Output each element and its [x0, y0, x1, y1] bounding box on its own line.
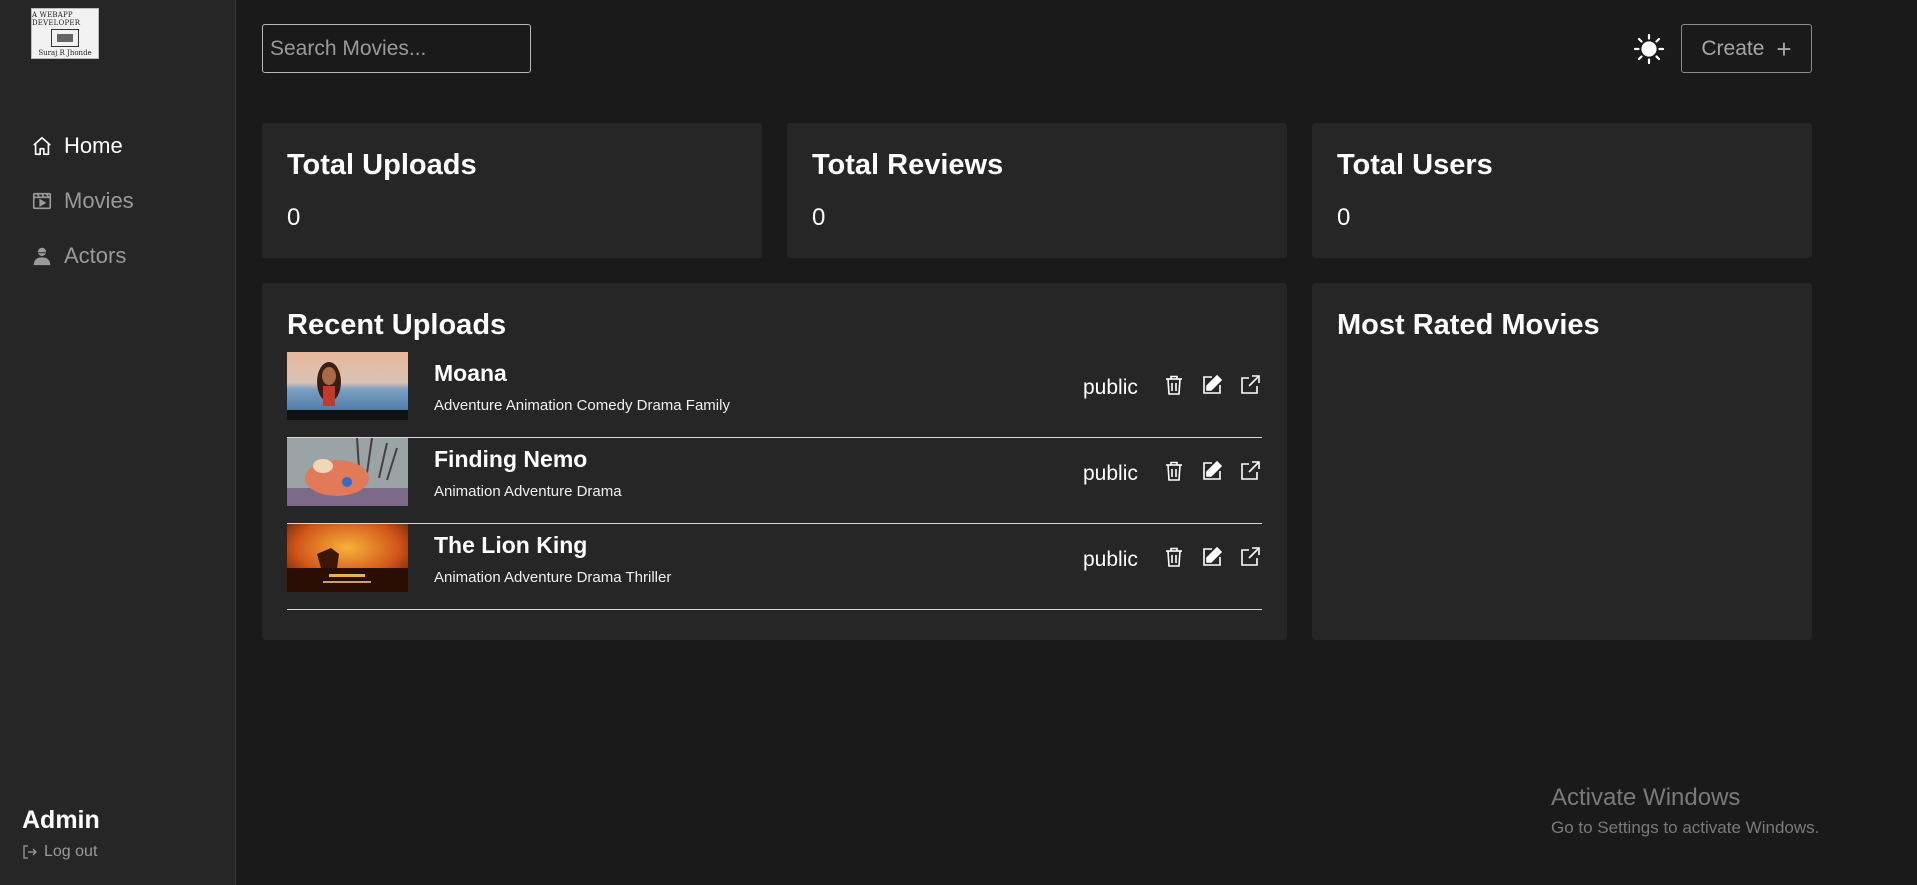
- sidebar-item-home[interactable]: Home: [30, 118, 134, 173]
- app-root: A WEBAPP DEVELOPER Suraj R Jhonde Home M…: [0, 0, 1917, 885]
- movie-row: Moana Adventure Animation Comedy Drama F…: [287, 352, 1262, 438]
- edit-icon[interactable]: [1200, 372, 1224, 398]
- stat-card-reviews: Total Reviews 0: [787, 123, 1287, 258]
- plus-icon: +: [1776, 33, 1792, 64]
- home-icon: [30, 134, 54, 158]
- trash-icon[interactable]: [1162, 544, 1186, 570]
- stat-value: 0: [1337, 204, 1351, 231]
- theme-toggle-button[interactable]: [1632, 32, 1666, 66]
- watermark-title: Activate Windows: [1551, 784, 1741, 811]
- trash-icon[interactable]: [1162, 372, 1186, 398]
- most-rated-title: Most Rated Movies: [1337, 309, 1600, 341]
- movie-genres: Animation Adventure Drama Thriller: [434, 569, 672, 586]
- movie-poster-finding-nemo[interactable]: [287, 438, 408, 506]
- movie-status: public: [1083, 548, 1138, 571]
- movie-row: The Lion King Animation Adventure Drama …: [287, 524, 1262, 610]
- stat-title: Total Users: [1337, 149, 1493, 181]
- logo-bottom-text: Suraj R Jhonde: [38, 48, 92, 57]
- user-panel: Admin Log out: [22, 806, 100, 861]
- sidebar-item-movies[interactable]: Movies: [30, 173, 134, 228]
- external-link-icon[interactable]: [1238, 372, 1262, 398]
- stat-title: Total Uploads: [287, 149, 477, 181]
- external-link-icon[interactable]: [1238, 458, 1262, 484]
- recent-uploads-title: Recent Uploads: [287, 309, 507, 341]
- movie-title: The Lion King: [434, 532, 588, 558]
- movie-actions: [1162, 544, 1262, 570]
- movie-list: Moana Adventure Animation Comedy Drama F…: [287, 352, 1262, 610]
- stat-value: 0: [812, 204, 826, 231]
- external-link-icon[interactable]: [1238, 544, 1262, 570]
- create-label: Create: [1701, 36, 1765, 60]
- watermark-subtitle: Go to Settings to activate Windows.: [1551, 818, 1820, 837]
- sidebar-item-label: Movies: [64, 187, 134, 213]
- stat-value: 0: [287, 204, 301, 231]
- most-rated-card: Most Rated Movies: [1312, 283, 1812, 640]
- movie-actions: [1162, 372, 1262, 398]
- sidebar: A WEBAPP DEVELOPER Suraj R Jhonde Home M…: [0, 0, 236, 885]
- logout-button[interactable]: Log out: [22, 843, 100, 861]
- logo-monitor-graphic: [51, 28, 79, 47]
- stat-card-users: Total Users 0: [1312, 123, 1812, 258]
- stat-card-uploads: Total Uploads 0: [262, 123, 762, 258]
- edit-icon[interactable]: [1200, 544, 1224, 570]
- sidebar-item-label: Home: [64, 132, 123, 158]
- logout-label: Log out: [44, 843, 98, 860]
- movie-row: Finding Nemo Animation Adventure Drama p…: [287, 438, 1262, 524]
- movie-status: public: [1083, 462, 1138, 485]
- logo-top-text: A WEBAPP DEVELOPER: [32, 10, 81, 27]
- create-button[interactable]: Create +: [1681, 24, 1812, 73]
- edit-icon[interactable]: [1200, 458, 1224, 484]
- user-icon: [30, 244, 54, 268]
- movie-title: Finding Nemo: [434, 446, 588, 472]
- movie-actions: [1162, 458, 1262, 484]
- logout-icon: [22, 844, 38, 860]
- windows-activation-watermark: Activate Windows Go to Settings to activ…: [1551, 784, 1819, 838]
- movie-poster-the-lion-king[interactable]: [287, 524, 408, 592]
- movie-title: Moana: [434, 360, 507, 386]
- movie-genres: Adventure Animation Comedy Drama Family: [434, 397, 730, 414]
- trash-icon[interactable]: [1162, 458, 1186, 484]
- search-input[interactable]: [262, 24, 531, 73]
- film-icon: [30, 189, 54, 213]
- user-name: Admin: [22, 806, 100, 834]
- movie-poster-moana[interactable]: [287, 352, 408, 420]
- sidebar-item-actors[interactable]: Actors: [30, 228, 134, 283]
- movie-status: public: [1083, 376, 1138, 399]
- logo[interactable]: A WEBAPP DEVELOPER Suraj R Jhonde: [31, 8, 99, 59]
- movie-genres: Animation Adventure Drama: [434, 483, 622, 500]
- recent-uploads-card: Recent Uploads Moana Adventure Animation…: [262, 283, 1287, 640]
- sun-icon: [1633, 33, 1665, 65]
- stat-title: Total Reviews: [812, 149, 1004, 181]
- sidebar-nav: Home Movies Actors: [30, 118, 134, 283]
- sidebar-item-label: Actors: [64, 242, 127, 268]
